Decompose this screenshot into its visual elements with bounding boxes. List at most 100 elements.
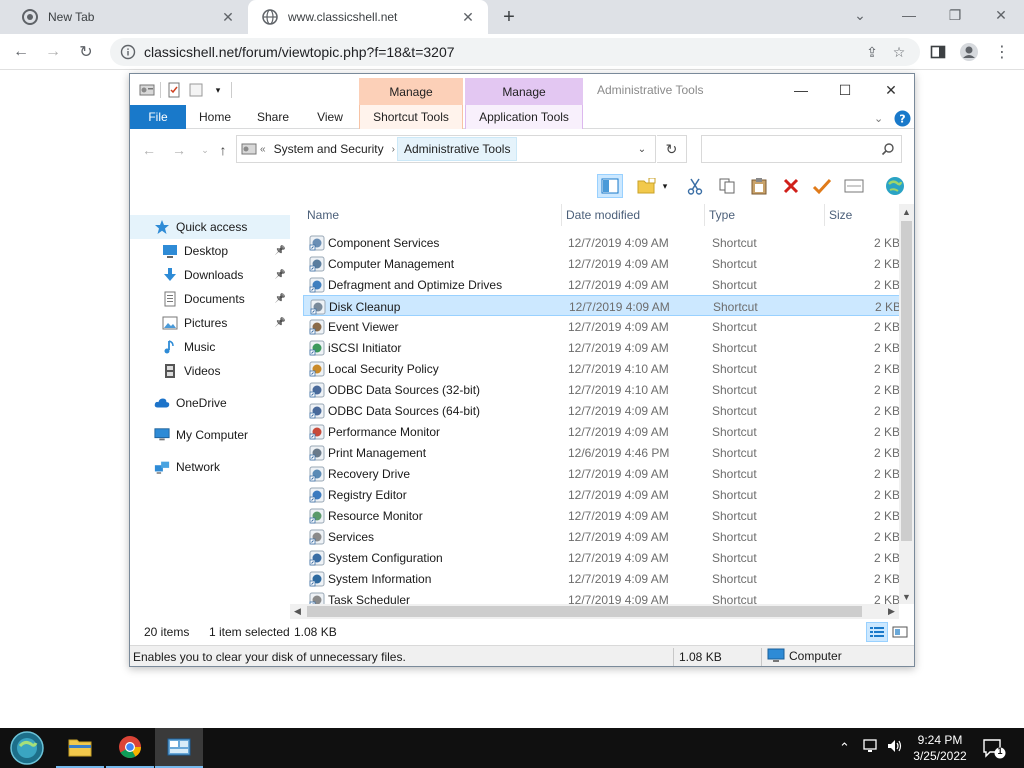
nav-item-music[interactable]: Music [130,335,290,359]
minimize-icon[interactable]: — [886,0,932,30]
tab-view[interactable]: View [302,105,358,129]
chrome-menu-icon[interactable]: ⋮ [989,40,1015,64]
table-row[interactable]: ODBC Data Sources (32-bit) 12/7/2019 4:10… [303,379,900,400]
site-info-icon[interactable] [120,44,136,60]
profile-avatar-icon[interactable] [956,40,982,64]
table-row[interactable]: System Configuration 12/7/2019 4:09 AM Sho… [303,547,900,568]
side-panel-icon[interactable] [925,40,951,64]
up-one-level-icon[interactable]: ↑ [212,140,234,160]
scroll-left-icon[interactable]: ◀ [290,604,305,619]
reload-icon[interactable]: ↻ [73,40,99,64]
restore-icon[interactable]: ❐ [932,0,978,30]
network-tray-icon[interactable] [862,738,880,757]
properties-check-icon[interactable] [809,174,835,198]
table-row[interactable]: Recovery Drive 12/7/2019 4:09 AM Shortcut 2… [303,463,900,484]
tab-shortcut-tools[interactable]: Shortcut Tools [359,105,463,129]
volume-tray-icon[interactable] [886,738,904,757]
explorer-search-input[interactable] [706,140,876,158]
horizontal-scroll-thumb[interactable] [307,606,862,617]
column-header-name[interactable]: Name [303,204,561,226]
table-row[interactable]: Component Services 12/7/2019 4:09 AM Short… [303,232,900,253]
nav-item-downloads[interactable]: Downloads 📌 [130,263,290,287]
tab-close-icon[interactable]: ✕ [458,7,478,27]
tab-application-tools[interactable]: Application Tools [465,105,583,129]
tab-home[interactable]: Home [186,105,244,129]
nav-item-videos[interactable]: Videos [130,359,290,383]
control-panel-taskbar-icon[interactable] [155,728,203,768]
tab-close-icon[interactable]: ✕ [218,7,238,27]
explorer-maximize-icon[interactable]: ☐ [822,78,868,102]
explorer-close-icon[interactable]: ✕ [868,78,914,102]
control-panel-app-icon[interactable] [138,81,156,99]
share-icon[interactable]: ⇪ [862,42,882,62]
column-header-date-modified[interactable]: Date modified [561,204,704,226]
nav-item-onedrive[interactable]: OneDrive [130,391,290,415]
breadcrumb-overflow[interactable]: « [258,144,268,155]
new-folder-icon[interactable] [634,174,660,198]
table-row[interactable]: Event Viewer 12/7/2019 4:09 AM Shortcut 2 K… [303,316,900,337]
pin-icon[interactable]: 📌 [275,245,286,256]
horizontal-scrollbar[interactable]: ◀ ▶ [290,604,899,619]
tab-share[interactable]: Share [244,105,302,129]
new-tab-button[interactable]: + [497,6,521,28]
table-row[interactable]: Resource Monitor 12/7/2019 4:09 AM Shortcu… [303,505,900,526]
taskbar-clock[interactable]: 9:24 PM 3/25/2022 [908,732,972,764]
table-row[interactable]: Defragment and Optimize Drives 12/7/2019 … [303,274,900,295]
email-envelope-icon[interactable] [841,174,867,198]
file-explorer-taskbar-icon[interactable] [56,728,104,768]
chrome-taskbar-icon[interactable] [106,728,154,768]
table-row[interactable]: Task Scheduler 12/7/2019 4:09 AM Shortcut 2… [303,589,900,604]
copy-icon[interactable] [714,174,740,198]
refresh-icon[interactable]: ↻ [657,135,687,163]
scroll-right-icon[interactable]: ▶ [884,604,899,619]
forward-arrow-icon[interactable]: → [40,40,66,64]
back-arrow-icon[interactable]: ← [8,40,34,64]
nav-item-desktop[interactable]: Desktop 📌 [130,239,290,263]
nav-item-quick-access[interactable]: Quick access [130,215,290,239]
start-orb-icon[interactable] [3,728,51,768]
expand-ribbon-chevron-icon[interactable]: ⌄ [874,109,883,127]
bookmark-star-icon[interactable]: ☆ [889,42,909,62]
address-dropdown-chevron-icon[interactable]: ⌄ [635,142,649,156]
new-folder-dropdown-icon[interactable]: ▾ [658,174,672,198]
cut-scissors-icon[interactable] [682,174,708,198]
explorer-forward-icon[interactable]: → [168,140,190,160]
vertical-scrollbar[interactable]: ▲ ▼ [899,204,914,604]
breadcrumb-administrative-tools[interactable]: Administrative Tools [396,137,518,161]
explorer-search-box[interactable] [701,135,902,163]
scroll-down-icon[interactable]: ▼ [899,589,914,604]
tab-classicshell[interactable]: www.classicshell.net ✕ [248,0,488,34]
nav-item-my-computer[interactable]: My Computer [130,423,290,447]
table-row[interactable]: Disk Cleanup 12/7/2019 4:09 AM Shortcut 2 K… [303,295,900,316]
customize-qat-chevron-icon[interactable]: ▾ [209,81,227,99]
close-window-icon[interactable]: ✕ [978,0,1024,30]
table-row[interactable]: System Information 12/7/2019 4:09 AM Short… [303,568,900,589]
column-header-size[interactable]: Size [824,204,900,226]
pin-icon[interactable]: 📌 [275,317,286,328]
explorer-minimize-icon[interactable]: — [778,78,824,102]
table-row[interactable]: ODBC Data Sources (64-bit) 12/7/2019 4:09… [303,400,900,421]
explorer-back-icon[interactable]: ← [138,140,160,160]
nav-item-network[interactable]: Network [130,455,290,479]
table-row[interactable]: Local Security Policy 12/7/2019 4:10 AM Sh… [303,358,900,379]
details-view-icon[interactable] [866,622,888,642]
navigation-pane-toggle-icon[interactable] [597,174,623,198]
delete-x-icon[interactable] [778,174,804,198]
tab-search-chevron-icon[interactable]: ⌄ [837,0,883,30]
nav-item-pictures[interactable]: Pictures 📌 [130,311,290,335]
action-center-icon[interactable]: 1 [982,738,1006,760]
address-bar[interactable]: classicshell.net/forum/viewtopic.php?f=1… [110,38,920,66]
new-folder-icon[interactable] [187,81,205,99]
tab-new-tab[interactable]: New Tab ✕ [8,0,248,34]
table-row[interactable]: iSCSI Initiator 12/7/2019 4:09 AM Shortcut… [303,337,900,358]
classic-shell-globe-icon[interactable] [882,174,908,198]
help-icon[interactable]: ? [894,109,911,127]
properties-icon[interactable] [165,81,183,99]
vertical-scroll-thumb[interactable] [901,221,912,541]
explorer-address-bar[interactable]: « System and Security › Administrative T… [236,135,656,163]
tab-file[interactable]: File [130,105,186,129]
paste-clipboard-icon[interactable] [746,174,772,198]
large-icons-view-icon[interactable] [889,622,911,642]
breadcrumb-system-and-security[interactable]: System and Security [268,137,390,161]
table-row[interactable]: Computer Management 12/7/2019 4:09 AM Shor… [303,253,900,274]
